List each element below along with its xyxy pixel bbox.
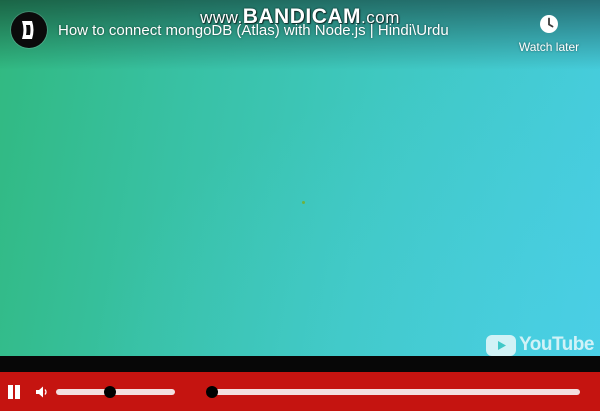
youtube-logo[interactable]: YouTube <box>486 333 594 357</box>
watch-later-label: Watch later <box>518 40 580 54</box>
youtube-logo-text: YouTube <box>519 334 594 355</box>
volume-slider-knob[interactable] <box>104 386 117 398</box>
video-title[interactable]: How to connect mongoDB (Atlas) with Node… <box>58 22 449 39</box>
center-dot <box>302 201 305 204</box>
channel-logo-icon <box>22 21 34 39</box>
speaker-icon <box>36 386 47 398</box>
pause-icon <box>15 385 20 399</box>
youtube-play-icon <box>486 334 516 356</box>
volume-slider[interactable] <box>56 386 175 398</box>
pause-icon <box>8 385 13 399</box>
volume-button[interactable] <box>35 385 49 399</box>
control-bar <box>0 372 600 411</box>
clock-icon <box>539 14 559 34</box>
watch-later-button[interactable]: Watch later <box>511 14 587 54</box>
channel-avatar[interactable] <box>11 12 47 48</box>
video-letterbox-bottom <box>0 356 600 372</box>
seek-bar-knob[interactable] <box>206 386 218 398</box>
seek-bar[interactable] <box>206 386 580 398</box>
video-player: www.BANDICAM.com How to connect mongoDB … <box>0 0 600 411</box>
pause-button[interactable] <box>7 385 21 399</box>
